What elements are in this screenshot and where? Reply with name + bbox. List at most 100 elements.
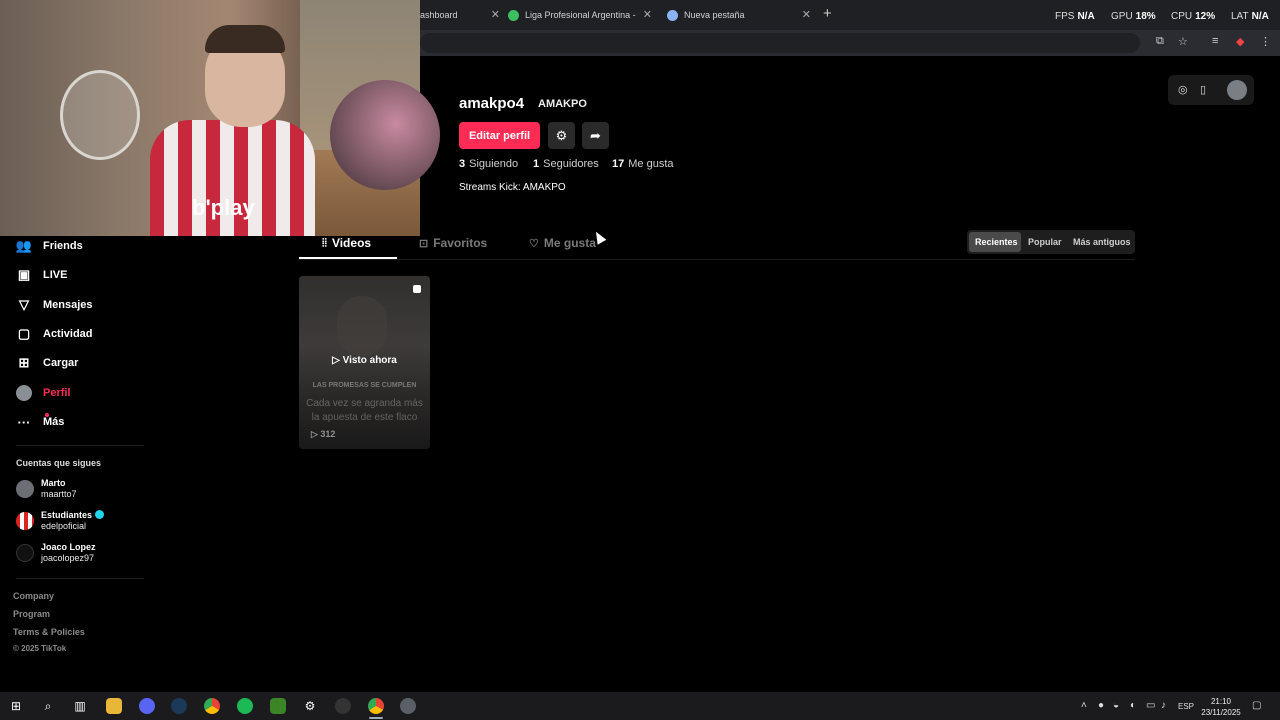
language-indicator[interactable]: ESP xyxy=(1178,702,1194,711)
footer-link-terms[interactable]: Terms & Policies xyxy=(13,627,85,637)
gear-icon: ⚙ xyxy=(555,127,568,143)
cast-icon[interactable]: ⧉ xyxy=(1156,35,1164,48)
tray-app-icon[interactable]: ◐ xyxy=(1130,700,1136,711)
browser-tab-dashboard[interactable]: ashboard ✕ xyxy=(420,4,500,26)
tab-title: Nueva pestaña xyxy=(684,10,745,20)
address-bar[interactable] xyxy=(420,33,1140,53)
microphone-icon[interactable]: ● xyxy=(1098,700,1104,711)
sidebar-item-perfil[interactable]: Perfil xyxy=(16,382,71,404)
more-icon: ··· xyxy=(17,414,31,430)
friends-icon: 👥 xyxy=(15,238,33,253)
file-explorer-icon[interactable] xyxy=(106,698,122,714)
gpu-value: 18% xyxy=(1135,11,1156,22)
chrome-icon[interactable] xyxy=(204,698,220,714)
stat-value: 1 xyxy=(533,158,540,170)
notification-dot xyxy=(45,413,49,417)
stat-followers[interactable]: 1 Seguidores xyxy=(533,158,599,170)
discord-icon[interactable] xyxy=(139,698,155,714)
tab-label: Me gusta xyxy=(543,236,596,250)
volume-icon[interactable]: ♪ xyxy=(1161,700,1166,711)
network-icon[interactable]: ▭ xyxy=(1146,700,1155,711)
tab-videos[interactable]: ⦙⦙ Videos xyxy=(322,236,371,250)
sidebar-item-mas[interactable]: ··· Más xyxy=(16,411,64,433)
avatar xyxy=(16,544,34,562)
steam-icon[interactable] xyxy=(171,698,187,714)
play-icon: ▷ xyxy=(332,355,343,366)
grid-icon: ⦙⦙ xyxy=(322,236,327,249)
sidebar-item-live[interactable]: ▣ LIVE xyxy=(16,264,68,286)
search-icon[interactable]: ⌕ xyxy=(40,698,56,714)
following-account-joaco[interactable]: Joaco Lopez joacolopez97 xyxy=(16,542,96,564)
steam-tray-icon[interactable]: ◒ xyxy=(1113,700,1119,711)
close-tab-icon[interactable]: ✕ xyxy=(802,8,811,21)
tab-me-gusta[interactable]: ♡ Me gusta xyxy=(529,236,596,250)
views-count: 312 xyxy=(320,429,336,439)
profile-bio: Streams Kick: AMAKPO xyxy=(459,182,566,193)
settings-button[interactable]: ⚙ xyxy=(548,122,575,149)
browser-tab-new[interactable]: Nueva pestaña ✕ xyxy=(667,4,811,26)
sort-option-popular[interactable]: Popular xyxy=(1028,237,1062,247)
footer-link-program[interactable]: Program xyxy=(13,609,50,619)
spotify-icon[interactable] xyxy=(237,698,253,714)
profile-avatar-icon xyxy=(16,385,32,401)
browser-menu-icon[interactable]: ⋮ xyxy=(1260,35,1271,48)
chrome-active-icon[interactable] xyxy=(368,698,384,714)
heart-slash-icon: ♡ xyxy=(529,237,539,250)
watched-label: ▷ Visto ahora xyxy=(299,355,430,366)
clock[interactable]: 21:10 23/11/2025 xyxy=(1198,696,1244,718)
account-handle: maartto7 xyxy=(41,489,77,499)
close-tab-icon[interactable]: ✕ xyxy=(643,8,652,21)
show-hidden-icons-icon[interactable]: ˄ xyxy=(1081,700,1087,711)
cpu-readout: CPU 12% xyxy=(1171,11,1215,22)
compass-icon[interactable]: ◎ xyxy=(1178,83,1188,96)
following-account-marto[interactable]: Marto maartto7 xyxy=(16,478,77,500)
sidebar-item-mensajes[interactable]: ▽ Mensajes xyxy=(16,294,93,316)
lat-value: N/A xyxy=(1251,11,1269,22)
bookmark-star-icon[interactable]: ☆ xyxy=(1178,35,1188,48)
watched-text: Visto ahora xyxy=(342,355,397,366)
sidebar-item-friends[interactable]: 👥 Friends xyxy=(16,235,83,257)
notifications-icon[interactable]: ▢ xyxy=(1252,700,1261,711)
video-card[interactable]: ▷ Visto ahora LAS PROMESAS SE CUMPLEN Ca… xyxy=(299,276,430,449)
sidebar-item-label: Más xyxy=(43,416,65,428)
user-avatar[interactable] xyxy=(1227,80,1247,100)
app-avatar-icon[interactable] xyxy=(400,698,416,714)
phone-icon[interactable]: ▯ xyxy=(1200,83,1206,96)
sort-option-mas-antiguos[interactable]: Más antiguos xyxy=(1073,237,1131,247)
profile-avatar[interactable] xyxy=(330,80,440,190)
avatar xyxy=(16,512,34,530)
obs-icon[interactable] xyxy=(335,698,351,714)
task-view-icon[interactable]: ▥ xyxy=(72,698,88,714)
following-account-estudiantes[interactable]: Estudiantes edelpoficial xyxy=(16,510,105,532)
extension-red-icon[interactable]: ◆ xyxy=(1236,35,1244,48)
stat-value: 17 xyxy=(612,158,625,170)
fps-label: FPS xyxy=(1055,11,1075,22)
settings-gear-icon[interactable]: ⚙ xyxy=(302,698,318,714)
webcam-fan xyxy=(60,70,140,160)
sidebar-item-label: Actividad xyxy=(43,328,93,340)
edit-profile-button[interactable]: Editar perfil xyxy=(459,122,540,149)
multi-post-icon xyxy=(413,285,421,293)
avatar xyxy=(16,480,34,498)
close-tab-icon[interactable]: ✕ xyxy=(491,8,500,21)
sidebar-item-actividad[interactable]: ▢ Actividad xyxy=(16,323,93,345)
footer-link-company[interactable]: Company xyxy=(13,591,54,601)
gpu-readout: GPU 18% xyxy=(1111,11,1156,22)
minecraft-icon[interactable] xyxy=(270,698,286,714)
new-tab-button[interactable]: + xyxy=(823,5,832,22)
lat-label: LAT xyxy=(1231,11,1249,22)
share-button[interactable]: ➦ xyxy=(582,122,609,149)
sidebar-item-cargar[interactable]: ⊞ Cargar xyxy=(16,352,79,374)
windows-taskbar: ⊞ ⌕ ▥ ⚙ ˄ ● ◒ ◐ ▭ ♪ ESP 21:10 23/11/2025… xyxy=(0,692,1280,720)
browser-tab-liga[interactable]: Liga Profesional Argentina - PC ✕ xyxy=(508,4,652,26)
tab-favoritos[interactable]: ⊡ Favoritos xyxy=(419,236,487,250)
stat-following[interactable]: 3 Siguiendo xyxy=(459,158,518,170)
extensions-icon[interactable]: ≡ xyxy=(1212,35,1218,47)
active-app-indicator xyxy=(369,717,383,719)
stat-likes: 17 Me gusta xyxy=(612,158,674,170)
cpu-value: 12% xyxy=(1195,11,1216,22)
sidebar-item-label: Perfil xyxy=(43,387,71,399)
tab-label: Favoritos xyxy=(433,236,488,250)
start-windows-icon[interactable]: ⊞ xyxy=(8,698,24,714)
sort-option-recientes[interactable]: Recientes xyxy=(975,237,1018,247)
